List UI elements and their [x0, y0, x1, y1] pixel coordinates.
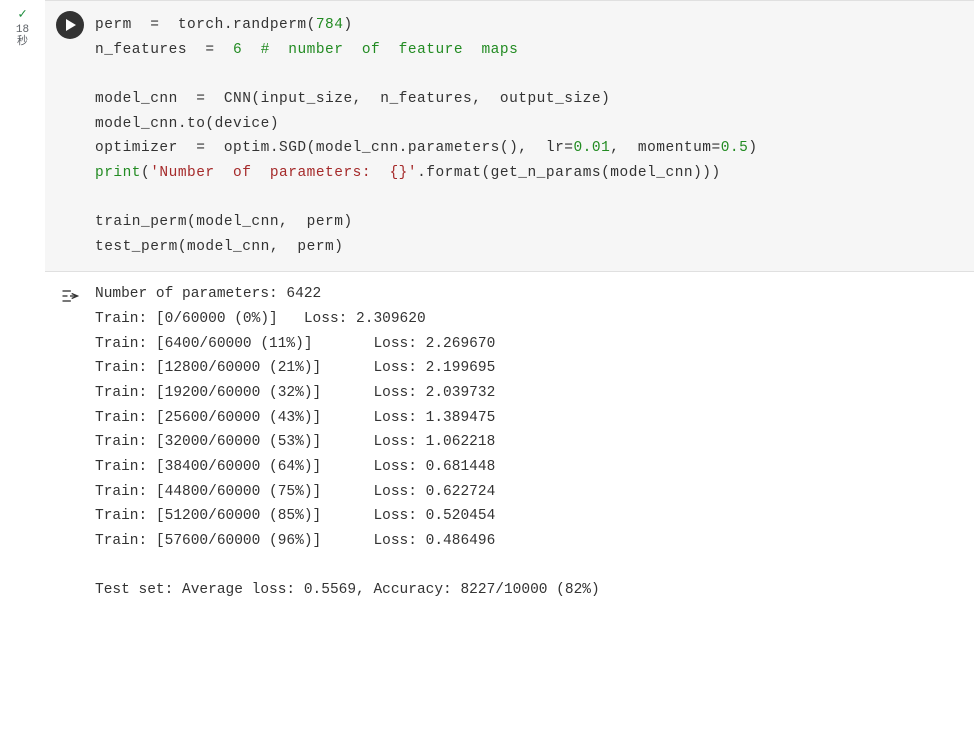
code-token: perm = torch.randperm( [95, 17, 316, 33]
output-line: Number of parameters: 6422 [95, 286, 321, 302]
code-token: test_perm(model_cnn, perm) [95, 239, 343, 255]
cell-input-row: perm = torch.randperm(784) n_features = … [45, 0, 974, 272]
code-token: optimizer = optim.SGD(model_cnn.paramete… [95, 140, 573, 156]
code-token: 'Number of parameters: {}' [150, 165, 417, 181]
output-toggle-icon[interactable] [60, 286, 80, 311]
code-token: .format(get_n_params(model_cnn))) [417, 165, 721, 181]
exec-time-number: 18 [16, 24, 29, 36]
play-icon [65, 19, 77, 31]
code-token: n_features = [95, 42, 233, 58]
code-token: ) [343, 17, 352, 33]
cell-output: Number of parameters: 6422 Train: [0/600… [95, 282, 974, 602]
code-token: # number of feature maps [261, 42, 519, 58]
code-token: 0.01 [573, 140, 610, 156]
status-check-icon: ✓ [18, 8, 26, 22]
run-button[interactable] [56, 11, 84, 39]
exec-time: 18 秒 [16, 24, 29, 48]
output-line: Train: [32000/60000 (53%)] Loss: 1.06221… [95, 434, 495, 450]
output-line: Train: [44800/60000 (75%)] Loss: 0.62272… [95, 484, 495, 500]
notebook-cell: ✓ 18 秒 perm = torch.randperm(784) n_feat… [0, 0, 974, 623]
output-line: Test set: Average loss: 0.5569, Accuracy… [95, 582, 600, 598]
code-token: 0.5 [721, 140, 749, 156]
output-line: Train: [25600/60000 (43%)] Loss: 1.38947… [95, 410, 495, 426]
cell-output-row: Number of parameters: 6422 Train: [0/600… [45, 272, 974, 622]
code-token: ( [141, 165, 150, 181]
code-token [242, 42, 260, 58]
code-token: train_perm(model_cnn, perm) [95, 214, 353, 230]
code-token: , momentum= [610, 140, 720, 156]
code-editor[interactable]: perm = torch.randperm(784) n_features = … [95, 1, 974, 271]
cell-gutter: ✓ 18 秒 [0, 0, 45, 623]
output-line: Train: [38400/60000 (64%)] Loss: 0.68144… [95, 459, 495, 475]
output-line: Train: [12800/60000 (21%)] Loss: 2.19969… [95, 360, 495, 376]
code-token: 6 [233, 42, 242, 58]
cell-main: perm = torch.randperm(784) n_features = … [45, 0, 974, 623]
output-line: Train: [57600/60000 (96%)] Loss: 0.48649… [95, 533, 495, 549]
code-token: model_cnn.to(device) [95, 116, 279, 132]
code-token: print [95, 165, 141, 181]
output-line: Train: [51200/60000 (85%)] Loss: 0.52045… [95, 508, 495, 524]
code-token: ) [748, 140, 757, 156]
code-token: 784 [316, 17, 344, 33]
output-icon-col [45, 282, 95, 602]
output-line: Train: [19200/60000 (32%)] Loss: 2.03973… [95, 385, 495, 401]
exec-time-unit: 秒 [17, 36, 28, 48]
code-token: model_cnn = CNN(input_size, n_features, … [95, 91, 610, 107]
run-col [45, 1, 95, 271]
output-line: Train: [6400/60000 (11%)] Loss: 2.269670 [95, 336, 495, 352]
output-line: Train: [0/60000 (0%)] Loss: 2.309620 [95, 311, 426, 327]
